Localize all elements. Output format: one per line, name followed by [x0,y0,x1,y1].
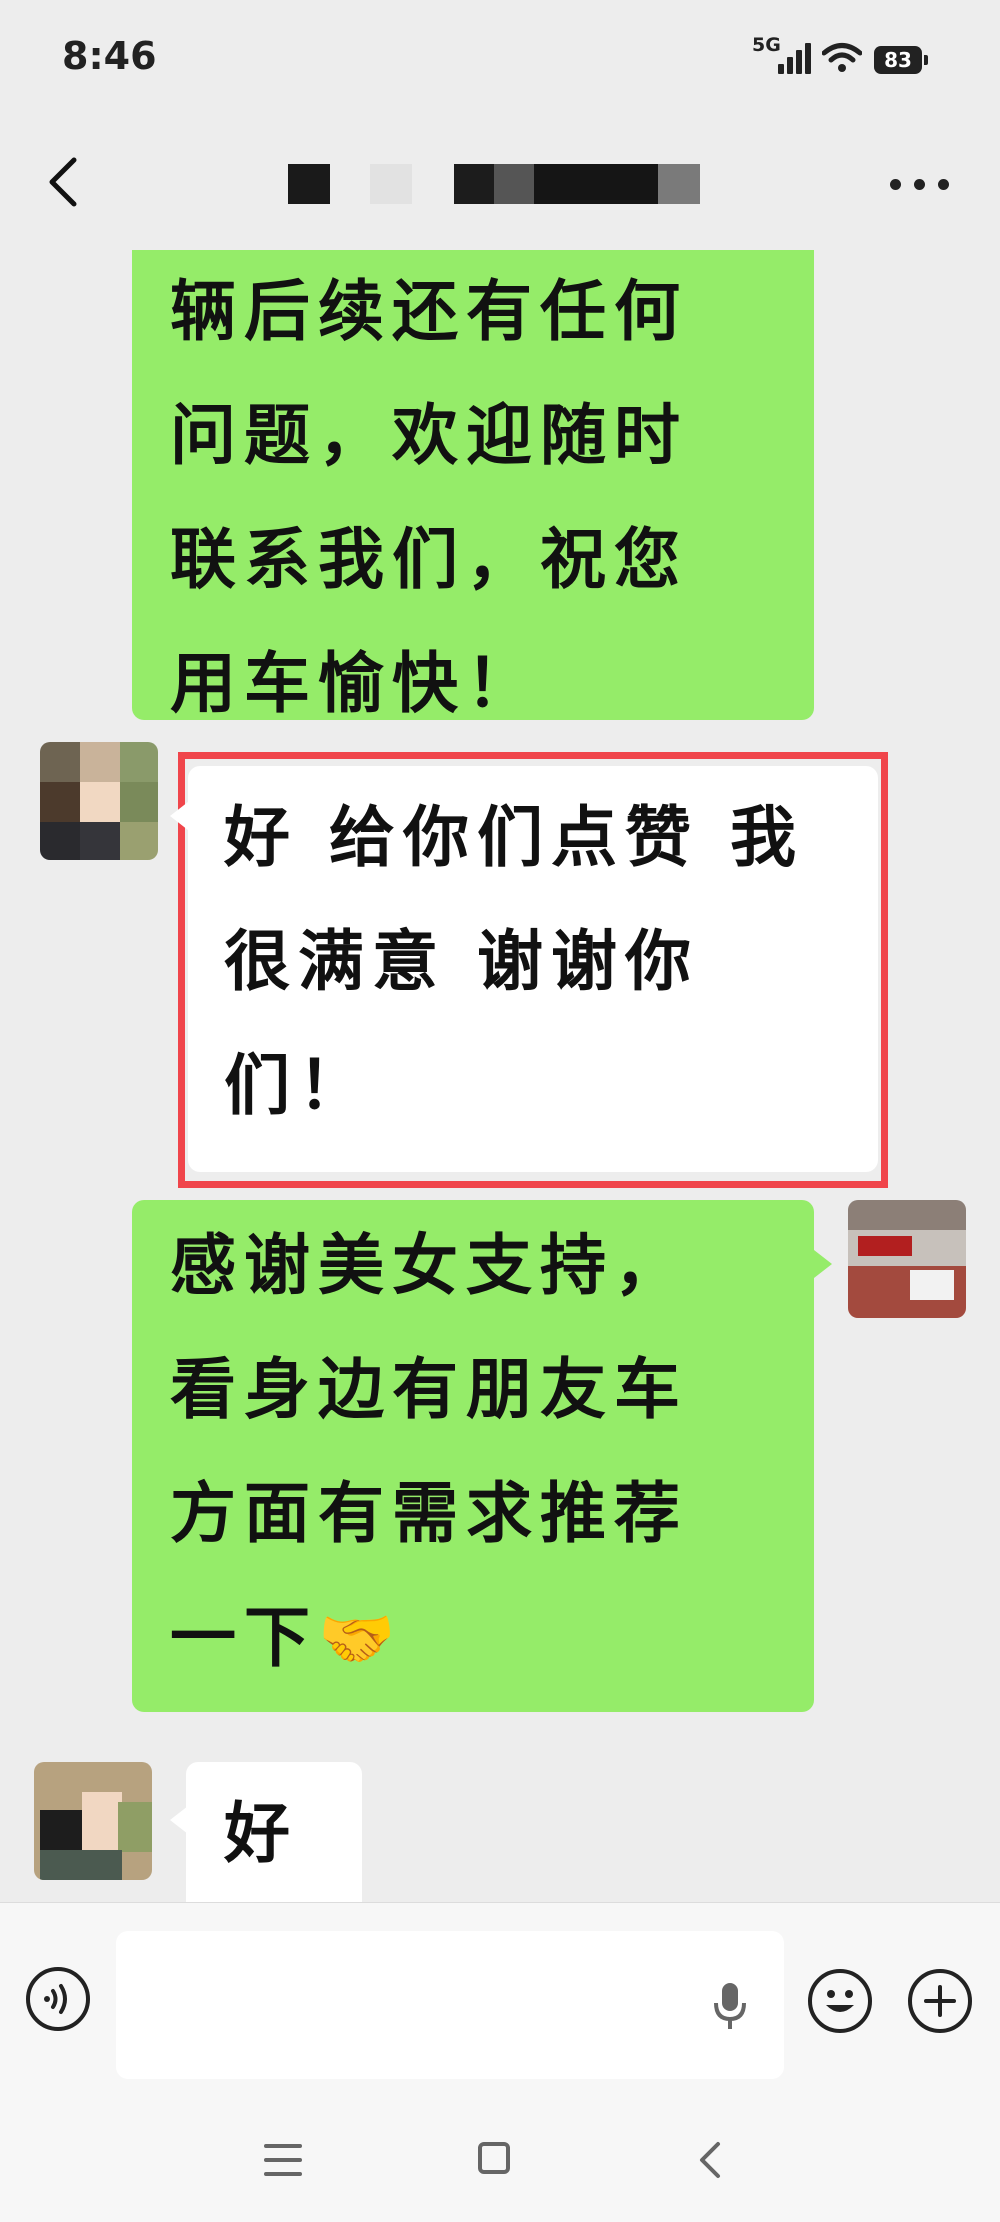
bubble-tail [170,802,188,830]
microphone-icon[interactable] [712,1981,748,2031]
message-text-line: 很满意 谢谢你 [224,923,699,1000]
plus-icon[interactable] [908,1969,972,2033]
title-redaction [288,164,330,204]
message-list[interactable]: 辆后续还有任何 问题，欢迎随时 联系我们，祝您 用车愉快！ 好 给你们点赞 我 … [0,250,1000,1902]
title-redaction [494,164,534,204]
message-bubble-self[interactable]: 感谢美女支持， 看身边有朋友车 方面有需求推荐 一下🤝 [132,1200,814,1712]
message-bubble-other[interactable]: 好 [186,1762,362,1902]
bubble-tail [814,1250,832,1278]
message-text-line: 感谢美女支持， [170,1227,688,1304]
avatar[interactable] [34,1762,152,1880]
emoji-icon[interactable] [808,1969,872,2033]
wifi-icon [822,43,862,72]
message-bubble-self[interactable]: 辆后续还有任何 问题，欢迎随时 联系我们，祝您 用车愉快！ [132,250,814,722]
nav-menu-icon[interactable] [264,2142,304,2178]
title-redaction [658,164,700,204]
message-text-line: 好 给你们点赞 我 [224,799,804,876]
battery-indicator: 83 [874,46,928,74]
nav-home-icon[interactable] [478,2142,510,2174]
status-time: 8:46 [62,34,157,78]
avatar-self[interactable] [848,1200,966,1318]
status-bar: 8:46 5G 83 [0,0,1000,120]
message-text-line: 问题，欢迎随时 [170,397,688,474]
input-bar [0,1902,1000,2081]
message-text-line: 好 [224,1795,298,1872]
network-type: 5G [752,34,781,56]
system-navigation-bar [0,2080,1000,2222]
message-text-line: 辆后续还有任何 [170,273,688,350]
title-redaction [534,164,658,204]
message-text-line: 方面有需求推荐 [170,1475,688,1552]
message-text-line: 看身边有朋友车 [170,1351,688,1428]
chat-header [0,120,1000,250]
back-arrow-icon[interactable] [40,152,90,212]
message-text-line: 们！ [224,1047,372,1124]
message-text-line: 联系我们，祝您 [170,521,688,598]
message-bubble-other[interactable]: 好 给你们点赞 我 很满意 谢谢你 们！ [188,766,878,1172]
voice-icon[interactable] [26,1967,90,2031]
more-icon[interactable] [884,175,954,195]
signal-icon [778,40,812,74]
nav-back-icon[interactable] [692,2138,728,2182]
title-redaction [370,164,412,204]
avatar[interactable] [40,742,158,860]
message-text-line: 用车愉快！ [170,645,540,722]
message-text-line: 一下🤝 [170,1576,794,1701]
message-text: 一下 [170,1599,318,1676]
handshake-emoji: 🤝 [318,1602,396,1675]
title-redaction [454,164,494,204]
message-input[interactable] [116,1931,784,2079]
